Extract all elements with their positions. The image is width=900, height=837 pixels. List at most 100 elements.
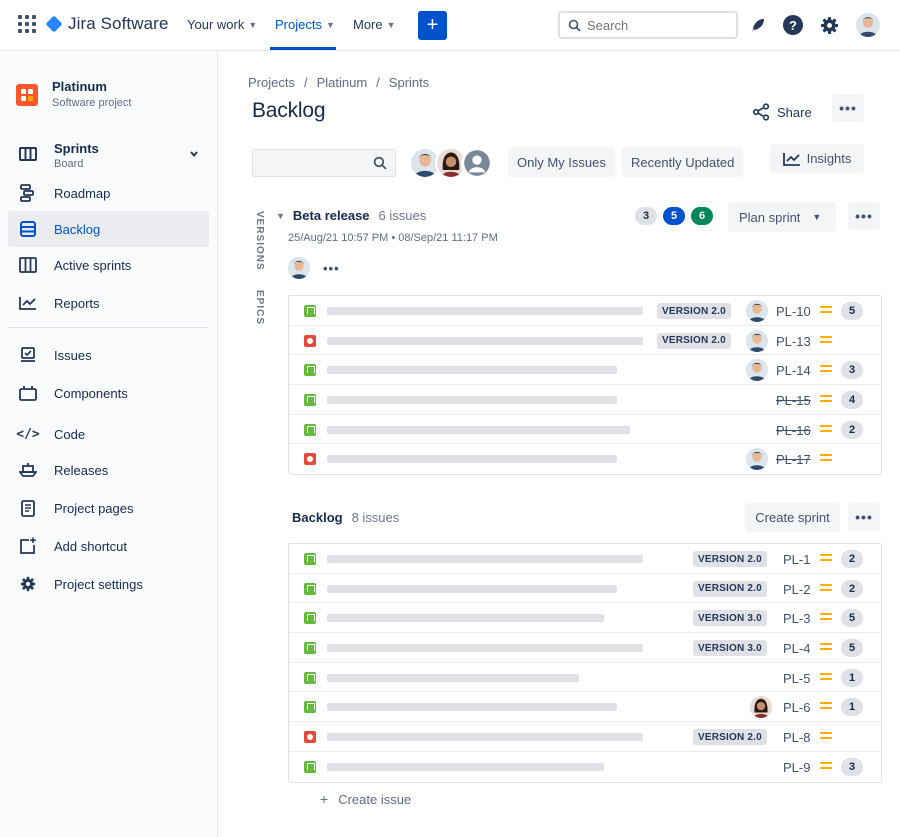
settings-gear-icon[interactable] [818,14,840,36]
page-icon [18,498,38,518]
version-lozenge[interactable]: VERSION 3.0 [693,640,767,657]
user-avatar-man[interactable] [288,257,310,279]
assignee-avatar[interactable] [746,359,768,384]
issue-row[interactable]: VERSION 2.0 PL-13 [289,326,881,356]
user-avatar-man [746,300,768,322]
notifications-icon[interactable] [747,14,769,36]
sidebar-item-roadmap[interactable]: Roadmap [8,175,209,211]
issue-key[interactable]: PL-8 [783,730,810,745]
more-participants-icon[interactable]: ••• [323,261,340,276]
issue-row[interactable]: PL-16 2 [289,415,881,445]
sidebar-item-project-settings[interactable]: Project settings [8,566,209,602]
epics-panel-tab[interactable]: EPICS [254,290,265,325]
version-lozenge[interactable]: VERSION 2.0 [693,551,767,567]
project-avatar-icon [16,84,38,106]
sidebar-item-backlog[interactable]: Backlog [8,211,209,247]
issue-row[interactable]: PL-9 3 [289,752,881,782]
issue-key[interactable]: PL-13 [776,334,811,349]
sidebar-item-add-shortcut[interactable]: Add shortcut [8,528,209,564]
jira-logo[interactable]: Jira Software [45,14,169,34]
only-my-issues-filter[interactable]: Only My Issues [508,147,615,177]
create-sprint-button[interactable]: Create sprint [745,503,840,532]
issue-key[interactable]: PL-17 [776,452,811,467]
version-lozenge[interactable]: VERSION 3.0 [693,610,767,627]
columns-icon [18,255,38,275]
issue-row[interactable]: VERSION 2.0 PL-8 [289,722,881,752]
issue-key[interactable]: PL-16 [776,423,811,438]
issue-row[interactable]: VERSION 3.0 PL-3 5 [289,603,881,634]
sidebar-item-active-sprints[interactable]: Active sprints [8,247,209,283]
issue-key[interactable]: PL-2 [783,582,810,597]
board-switcher[interactable]: Sprints Board [8,135,209,175]
search-input[interactable] [587,17,727,33]
assignee-avatar[interactable] [746,329,768,355]
add-shortcut-icon [18,536,38,556]
story-type-icon [304,642,316,655]
chevron-down-icon[interactable]: ▼ [276,211,285,221]
help-icon[interactable]: ? [782,14,804,36]
insights-button[interactable]: Insights [770,144,864,173]
sidebar-item-reports[interactable]: Reports [8,285,209,321]
issue-row[interactable]: VERSION 2.0 PL-10 5 [289,296,881,326]
priority-medium-icon [820,306,832,314]
issue-row[interactable]: VERSION 2.0 PL-2 2 [289,574,881,604]
breadcrumb-sprints[interactable]: Sprints [389,75,429,90]
global-search[interactable] [558,11,738,39]
create-issue-button[interactable]: + Create issue [320,791,411,807]
issue-key[interactable]: PL-6 [783,700,810,715]
bug-type-icon [304,731,316,744]
issue-key[interactable]: PL-1 [783,552,810,567]
recently-updated-filter[interactable]: Recently Updated [622,147,744,177]
active-nav-indicator [270,47,336,50]
create-button[interactable]: + [418,11,447,40]
sidebar-item-components[interactable]: Components [8,375,209,411]
issue-filter-search[interactable] [252,149,396,177]
assignee-avatar[interactable] [746,300,768,325]
issue-row[interactable]: VERSION 3.0 PL-4 5 [289,633,881,663]
issue-key[interactable]: PL-4 [783,641,810,656]
app-switcher-icon[interactable] [18,15,36,33]
priority-medium-icon [820,643,832,651]
nav-projects[interactable]: Projects ▼ [275,17,335,32]
backlog-more-actions-button[interactable]: ••• [848,503,880,531]
nav-your-work[interactable]: Your work ▼ [187,17,257,32]
plan-sprint-button[interactable]: Plan sprint ▼ [728,202,836,232]
sidebar-item-releases[interactable]: Releases [8,452,209,488]
user-avatar-man [746,329,768,352]
issue-row[interactable]: PL-6 1 [289,692,881,723]
sidebar-item-issues[interactable]: Issues [8,337,209,373]
assignee-avatar[interactable] [750,696,772,721]
nav-more[interactable]: More ▼ [353,17,396,32]
version-lozenge[interactable]: VERSION 2.0 [693,580,767,597]
share-button[interactable]: Share [752,98,812,126]
sidebar-item-code[interactable]: </> Code [8,416,209,452]
sidebar-item-project-pages[interactable]: Project pages [8,490,209,526]
assignee-avatar[interactable] [746,448,768,473]
project-header[interactable]: Platinum Software project [16,79,131,109]
breadcrumb-platinum[interactable]: Platinum [317,75,368,90]
breadcrumb-projects[interactable]: Projects [248,75,295,90]
profile-avatar[interactable] [856,13,880,40]
issue-row[interactable]: PL-14 3 [289,355,881,386]
issue-row[interactable]: VERSION 2.0 PL-1 2 [289,544,881,574]
issue-row[interactable]: PL-17 [289,444,881,474]
sprint-more-actions-button[interactable]: ••• [848,202,880,230]
issue-row[interactable]: PL-5 1 [289,663,881,693]
version-lozenge[interactable]: VERSION 2.0 [693,729,767,746]
issue-summary-placeholder [327,555,643,563]
issue-row[interactable]: PL-15 4 [289,385,881,415]
issue-key[interactable]: PL-15 [776,393,811,408]
version-lozenge[interactable]: VERSION 2.0 [657,303,731,319]
insights-chart-icon [782,152,800,166]
versions-panel-tab[interactable]: VERSIONS [254,211,265,271]
chevron-down-icon [189,147,199,162]
sprint-header[interactable]: ▼ Beta release 6 issues [276,208,426,223]
issue-key[interactable]: PL-3 [783,611,810,626]
page-more-actions-button[interactable]: ••• [832,94,864,122]
issue-key[interactable]: PL-5 [783,671,810,686]
issue-key[interactable]: PL-9 [783,760,810,775]
unassigned-avatar[interactable] [461,147,493,179]
issue-key[interactable]: PL-10 [776,304,811,319]
version-lozenge[interactable]: VERSION 2.0 [657,332,731,349]
issue-key[interactable]: PL-14 [776,363,811,378]
